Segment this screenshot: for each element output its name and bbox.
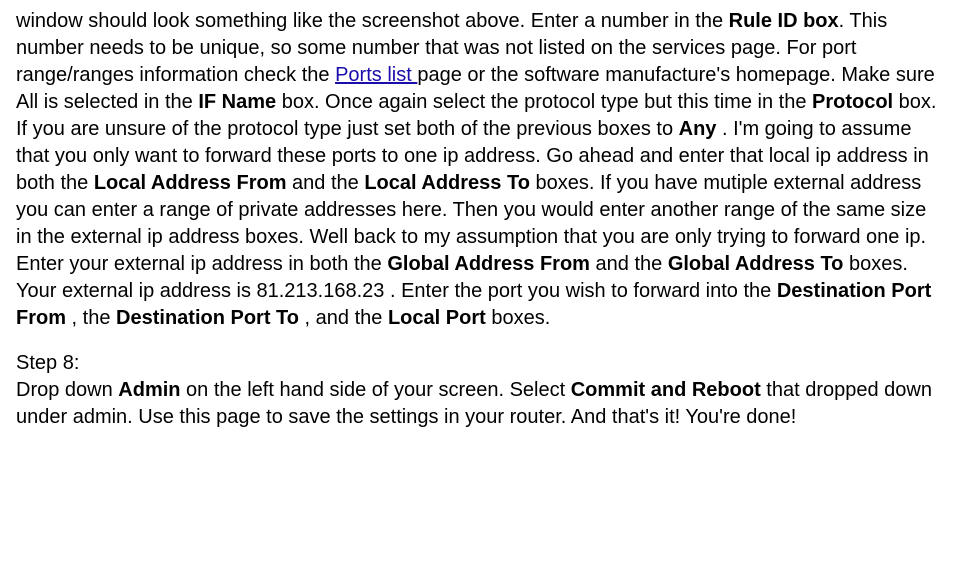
bold-rule-id: Rule ID box <box>729 10 839 32</box>
text: and the <box>590 253 668 275</box>
bold-local-port: Local Port <box>388 307 486 329</box>
text: Drop down <box>16 379 118 401</box>
bold-global-address-from: Global Address From <box>387 253 590 275</box>
bold-local-address-from: Local Address From <box>94 172 287 194</box>
text: boxes. <box>486 307 550 329</box>
bold-local-address-to: Local Address To <box>364 172 530 194</box>
bold-if-name: IF Name <box>198 91 276 113</box>
bold-commit-reboot: Commit and Reboot <box>571 379 761 401</box>
bold-admin: Admin <box>118 379 180 401</box>
text: and the <box>286 172 364 194</box>
instructions-paragraph: window should look something like the sc… <box>16 8 944 332</box>
text: , and the <box>299 307 388 329</box>
bold-any: Any <box>679 118 717 140</box>
text: on the left hand side of your screen. Se… <box>181 379 571 401</box>
ports-list-link[interactable]: Ports list <box>335 64 417 86</box>
bold-dest-port-to: Destination Port To <box>116 307 299 329</box>
bold-global-address-to: Global Address To <box>668 253 844 275</box>
step-label: Step 8: <box>16 352 79 374</box>
step8-paragraph: Step 8: Drop down Admin on the left hand… <box>16 350 944 431</box>
bold-protocol: Protocol <box>812 91 893 113</box>
text: box. Once again select the protocol type… <box>276 91 812 113</box>
text: window should look something like the sc… <box>16 10 729 32</box>
text: , the <box>66 307 116 329</box>
